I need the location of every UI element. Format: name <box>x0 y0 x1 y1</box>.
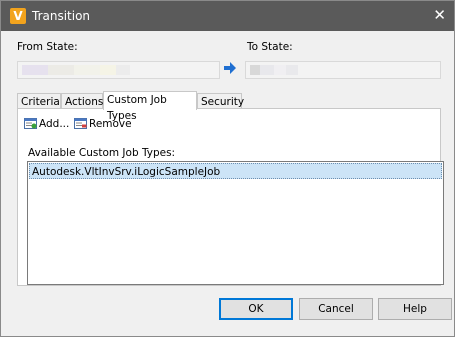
help-button[interactable]: Help <box>378 298 452 320</box>
to-state-field <box>245 61 441 79</box>
add-icon <box>24 118 37 129</box>
tab-actions[interactable]: Actions <box>61 93 103 109</box>
tab-security[interactable]: Security <box>197 93 244 109</box>
tab-criteria[interactable]: Criteria <box>17 93 61 109</box>
ok-button[interactable]: OK <box>219 298 293 320</box>
close-icon[interactable]: ✕ <box>433 6 446 24</box>
add-button-label: Add... <box>39 118 70 130</box>
available-job-types-label: Available Custom Job Types: <box>28 147 176 159</box>
window-title: Transition <box>32 9 91 23</box>
from-state-field <box>17 61 220 79</box>
vault-app-icon: V <box>10 8 26 24</box>
remove-icon <box>74 118 87 129</box>
tab-custom-job-types[interactable]: Custom Job Types <box>103 91 197 122</box>
from-state-label: From State: <box>17 41 78 53</box>
title-bar: V Transition ✕ <box>1 1 454 31</box>
to-state-label: To State: <box>247 41 293 53</box>
add-button[interactable]: Add... <box>24 116 69 132</box>
custom-job-types-panel: Add... Remove Available Custom Job Types… <box>17 108 444 286</box>
job-types-list[interactable]: Autodesk.VltInvSrv.iLogicSampleJob <box>27 161 444 285</box>
cancel-button[interactable]: Cancel <box>299 298 373 320</box>
list-item[interactable]: Autodesk.VltInvSrv.iLogicSampleJob <box>29 163 442 179</box>
arrow-right-icon <box>224 62 236 74</box>
transition-dialog: V Transition ✕ From State: To State: Cri… <box>0 0 455 337</box>
